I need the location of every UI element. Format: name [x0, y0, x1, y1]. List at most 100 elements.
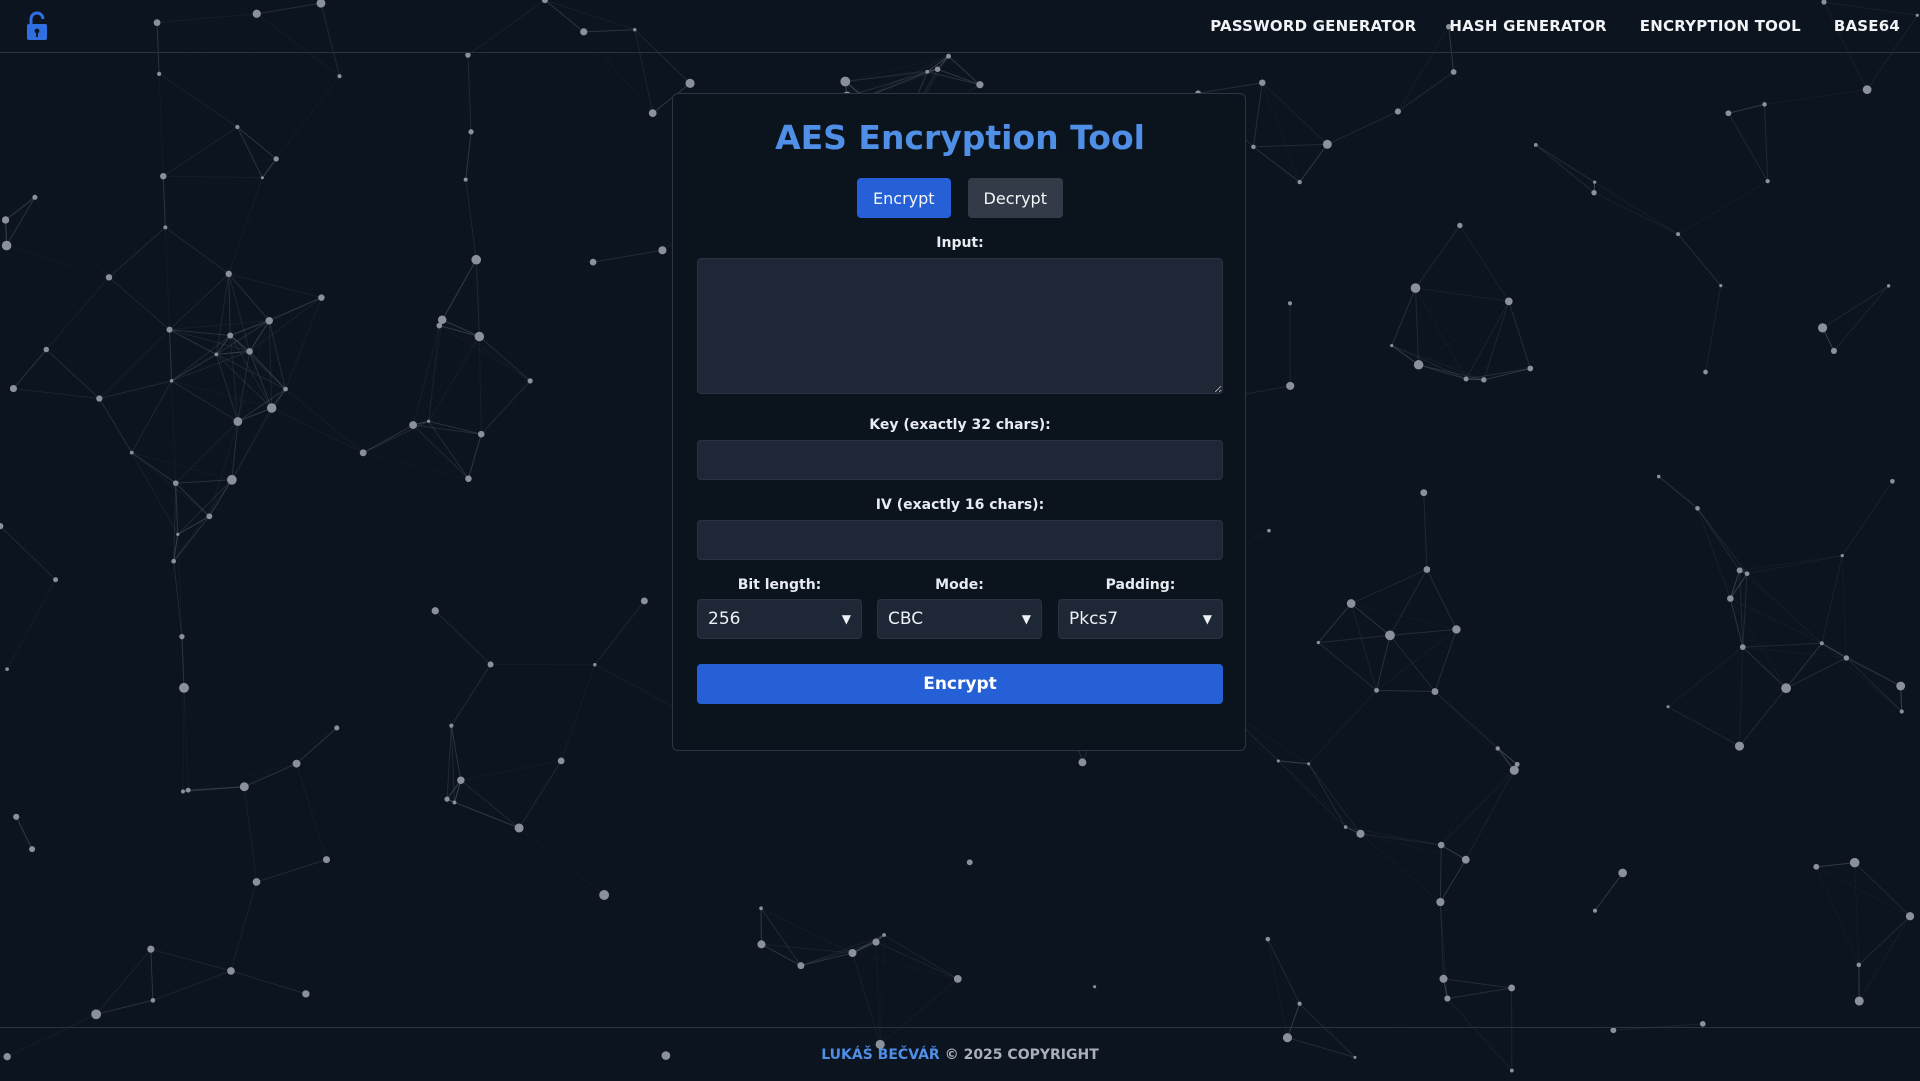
network-link: [262, 159, 276, 178]
footer-author-link[interactable]: LUKÁŠ BEČVÁŘ: [821, 1047, 939, 1063]
network-link: [435, 611, 490, 665]
tab-encrypt[interactable]: Encrypt: [857, 178, 951, 218]
network-node: [436, 323, 442, 329]
network-link: [519, 828, 604, 895]
network-link: [1268, 939, 1288, 1038]
network-link: [1834, 286, 1889, 351]
network-link: [1698, 508, 1748, 573]
network-node: [593, 663, 596, 666]
nav-hash-generator[interactable]: HASH GENERATOR: [1449, 17, 1606, 35]
network-link: [801, 953, 853, 966]
network-node: [53, 577, 58, 582]
padding-select[interactable]: Pkcs7 ▼: [1058, 599, 1223, 639]
network-link: [163, 159, 276, 176]
iv-input[interactable]: [697, 520, 1223, 560]
network-link: [1842, 481, 1892, 555]
network-node: [206, 513, 212, 519]
network-node: [267, 403, 276, 412]
network-node: [599, 890, 609, 900]
network-node: [1436, 898, 1444, 906]
network-node: [1863, 85, 1872, 94]
network-link: [1484, 368, 1530, 379]
network-node: [465, 52, 470, 57]
network-link: [852, 953, 957, 979]
network-link: [1351, 569, 1427, 603]
mode-value: CBC: [888, 609, 923, 629]
bit-length-group: Bit length: 256 ▼: [697, 577, 862, 639]
network-node: [1277, 759, 1280, 762]
network-node: [1444, 995, 1450, 1001]
network-link: [1698, 508, 1740, 570]
network-link: [1392, 346, 1484, 380]
network-link: [1855, 863, 1910, 917]
tab-decrypt[interactable]: Decrypt: [968, 178, 1063, 218]
network-link: [1747, 574, 1822, 644]
footer-copyright: © 2025 COPYRIGHT: [945, 1047, 1099, 1063]
lock-open-icon[interactable]: [24, 10, 50, 42]
network-node: [1745, 571, 1750, 576]
network-link: [1392, 346, 1419, 365]
network-node: [1452, 625, 1460, 633]
chevron-down-icon: ▼: [842, 612, 851, 626]
network-node: [163, 225, 167, 229]
network-node: [1527, 366, 1533, 372]
network-node: [1813, 864, 1819, 870]
network-link: [132, 453, 178, 535]
network-node: [1703, 370, 1708, 375]
network-node: [449, 724, 453, 728]
network-link: [1466, 770, 1514, 859]
key-input[interactable]: [697, 440, 1223, 480]
network-link: [109, 277, 169, 329]
network-link: [1721, 286, 1823, 328]
network-node: [215, 353, 219, 357]
network-link: [1443, 979, 1511, 988]
nav-password-generator[interactable]: PASSWORD GENERATOR: [1210, 17, 1416, 35]
input-label: Input:: [0, 235, 1920, 251]
encrypt-submit-button[interactable]: Encrypt: [697, 664, 1223, 704]
network-node: [1464, 376, 1469, 381]
network-link: [229, 274, 230, 336]
network-node: [29, 846, 35, 852]
network-link: [479, 336, 530, 380]
network-node: [5, 667, 9, 671]
network-link: [231, 882, 257, 971]
network-link: [0, 526, 55, 580]
network-node: [590, 259, 597, 266]
mode-select[interactable]: CBC ▼: [877, 599, 1042, 639]
nav-encryption-tool[interactable]: ENCRYPTION TOOL: [1640, 17, 1801, 35]
network-link: [1816, 867, 1910, 916]
network-link: [99, 330, 169, 399]
network-node: [528, 378, 533, 383]
network-link: [250, 351, 272, 408]
bit-length-value: 256: [708, 609, 740, 629]
network-node: [438, 315, 447, 324]
nav-base64[interactable]: BASE64: [1834, 17, 1900, 35]
bit-length-label: Bit length:: [697, 577, 862, 593]
network-node: [44, 347, 50, 353]
network-link: [1786, 658, 1846, 688]
bit-length-select[interactable]: 256 ▼: [697, 599, 862, 639]
network-link: [1441, 770, 1514, 845]
key-label: Key (exactly 32 chars):: [0, 417, 1920, 433]
network-link: [491, 664, 562, 760]
input-textarea[interactable]: [697, 258, 1223, 394]
network-node: [797, 962, 804, 969]
network-node: [954, 975, 962, 983]
network-link: [1786, 686, 1901, 688]
network-link: [593, 250, 662, 262]
network-link: [244, 728, 336, 787]
network-link: [232, 389, 286, 480]
network-link: [169, 274, 228, 330]
network-node: [1481, 377, 1486, 382]
network-link: [1765, 90, 1868, 105]
network-link: [1392, 288, 1416, 345]
network-node: [432, 607, 439, 614]
network-node: [181, 789, 185, 793]
network-link: [46, 277, 109, 349]
footer: LUKÁŠ BEČVÁŘ © 2025 COPYRIGHT: [0, 1027, 1920, 1081]
network-link: [99, 399, 175, 484]
network-link: [461, 761, 561, 780]
network-link: [468, 434, 481, 478]
padding-value: Pkcs7: [1069, 609, 1118, 629]
mode-group: Mode: CBC ▼: [877, 577, 1042, 639]
